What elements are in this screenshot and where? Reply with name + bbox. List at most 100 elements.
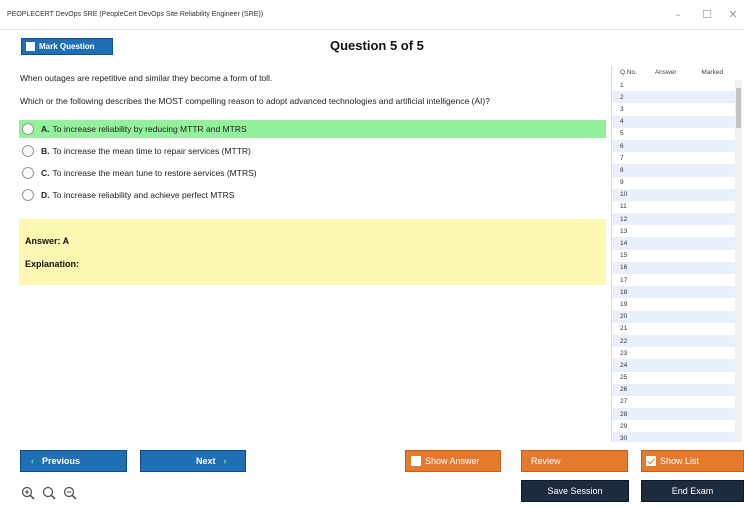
question-list-row[interactable]: 27 <box>612 395 742 409</box>
next-button[interactable]: Next › <box>140 450 246 472</box>
question-list: Q.No. Answer Marked 1 2 3 4 5 6 7 8 9 10 11 12 13 14 1… <box>611 66 742 442</box>
question-number: 5 <box>620 130 624 138</box>
question-list-row[interactable]: 9 <box>612 176 742 189</box>
question-list-row[interactable]: 28 <box>612 408 742 421</box>
question-number: 12 <box>620 215 628 223</box>
question-list-row[interactable]: 22 <box>612 334 742 348</box>
radio-button[interactable] <box>22 189 34 201</box>
review-label: Review <box>531 456 561 466</box>
mark-question-button[interactable]: Mark Question <box>21 38 113 55</box>
question-list-row[interactable]: 16 <box>612 261 742 274</box>
show-list-button[interactable]: Show List <box>641 450 744 472</box>
next-label: Next <box>196 456 216 466</box>
question-list-row[interactable]: 2 <box>612 91 742 104</box>
zoom-in-icon[interactable] <box>21 486 35 500</box>
option-c[interactable]: C. To increase the mean tune to restore … <box>19 164 606 182</box>
question-list-row[interactable]: 1 <box>612 79 742 92</box>
question-list-row[interactable]: 21 <box>612 322 742 335</box>
question-number: 21 <box>620 325 628 333</box>
question-number: 26 <box>620 386 628 394</box>
question-list-row[interactable]: 15 <box>612 249 742 262</box>
question-number: 1 <box>620 81 624 89</box>
option-b[interactable]: B. To increase the mean time to repair s… <box>19 142 606 160</box>
question-number: 17 <box>620 276 628 284</box>
question-number: 25 <box>620 374 628 382</box>
question-list-row[interactable]: 23 <box>612 347 742 360</box>
question-number: 9 <box>620 179 624 187</box>
end-exam-label: End Exam <box>671 486 714 496</box>
scrollbar-thumb[interactable] <box>736 88 741 128</box>
question-counter: Question 5 of 5 <box>330 38 424 53</box>
question-list-scrollbar[interactable] <box>735 80 742 442</box>
question-number: 14 <box>620 240 628 248</box>
radio-button[interactable] <box>22 167 34 179</box>
question-list-row[interactable]: 10 <box>612 188 742 201</box>
question-list-row[interactable]: 18 <box>612 286 742 299</box>
close-button[interactable]: ✕ <box>726 8 740 22</box>
question-number: 3 <box>620 105 624 113</box>
question-list-row[interactable]: 30 <box>612 432 742 442</box>
option-letter: C. <box>41 168 50 178</box>
option-letter: B. <box>41 146 50 156</box>
question-list-row[interactable]: 14 <box>612 237 742 250</box>
question-list-header: Q.No. Answer Marked <box>612 66 742 79</box>
question-list-row[interactable]: 20 <box>612 310 742 323</box>
review-button[interactable]: Review <box>521 450 628 472</box>
previous-label: Previous <box>42 456 81 466</box>
question-list-row[interactable]: 4 <box>612 115 742 128</box>
question-list-row[interactable]: 13 <box>612 225 742 238</box>
radio-button[interactable] <box>22 123 34 135</box>
question-list-row[interactable]: 25 <box>612 371 742 384</box>
question-list-row[interactable]: 7 <box>612 152 742 165</box>
option-letter: D. <box>41 190 50 200</box>
option-d[interactable]: D. To increase reliability and achieve p… <box>19 186 606 204</box>
chevron-left-icon: ‹ <box>31 456 34 466</box>
end-exam-button[interactable]: End Exam <box>641 480 744 502</box>
option-text: To increase the mean tune to restore ser… <box>52 168 257 178</box>
save-session-label: Save Session <box>547 486 603 496</box>
question-number: 24 <box>620 361 628 369</box>
answer-panel: Answer: A Explanation: <box>19 219 606 285</box>
window-title: PEOPLECERT DevOps SRE (PeopleCert DevOps… <box>7 11 264 18</box>
question-stem-line2: Which or the following describes the MOS… <box>20 96 490 106</box>
question-list-row[interactable]: 5 <box>612 127 742 140</box>
question-number: 8 <box>620 166 624 174</box>
question-number: 18 <box>620 288 628 296</box>
question-list-row[interactable]: 6 <box>612 139 742 153</box>
question-number: 6 <box>620 142 624 150</box>
option-a[interactable]: A. To increase reliability by reducing M… <box>19 120 606 138</box>
show-list-label: Show List <box>660 456 700 466</box>
question-list-row[interactable]: 24 <box>612 359 742 372</box>
question-number: 2 <box>620 93 624 101</box>
zoom-out-icon[interactable] <box>63 486 77 500</box>
show-answer-button[interactable]: Show Answer <box>405 450 501 472</box>
question-list-row[interactable]: 12 <box>612 213 742 226</box>
question-number: 22 <box>620 337 628 345</box>
question-number: 19 <box>620 300 628 308</box>
question-list-row[interactable]: 19 <box>612 298 742 311</box>
question-number: 13 <box>620 227 628 235</box>
explanation-label: Explanation: <box>25 259 80 269</box>
question-list-row[interactable]: 26 <box>612 383 742 396</box>
header-answer: Answer <box>654 69 677 76</box>
question-list-row[interactable]: 3 <box>612 103 742 116</box>
answer-text: Answer: A <box>25 236 70 246</box>
minimize-button[interactable]: – <box>671 8 685 22</box>
checked-checkbox-icon <box>646 456 656 466</box>
option-letter: A. <box>41 124 50 134</box>
save-session-button[interactable]: Save Session <box>521 480 629 502</box>
question-number: 16 <box>620 264 628 272</box>
maximize-button[interactable]: ☐ <box>700 8 714 22</box>
question-list-row[interactable]: 29 <box>612 420 742 433</box>
question-number: 15 <box>620 252 628 260</box>
question-list-row[interactable]: 11 <box>612 200 742 214</box>
radio-button[interactable] <box>22 145 34 157</box>
question-list-row[interactable]: 8 <box>612 164 742 177</box>
chevron-right-icon: › <box>223 456 227 466</box>
option-text: To increase reliability by reducing MTTR… <box>52 124 247 134</box>
question-number: 29 <box>620 422 628 430</box>
zoom-reset-icon[interactable] <box>42 486 56 500</box>
question-number: 10 <box>620 191 628 199</box>
previous-button[interactable]: ‹ Previous <box>20 450 127 472</box>
question-list-row[interactable]: 17 <box>612 274 742 287</box>
